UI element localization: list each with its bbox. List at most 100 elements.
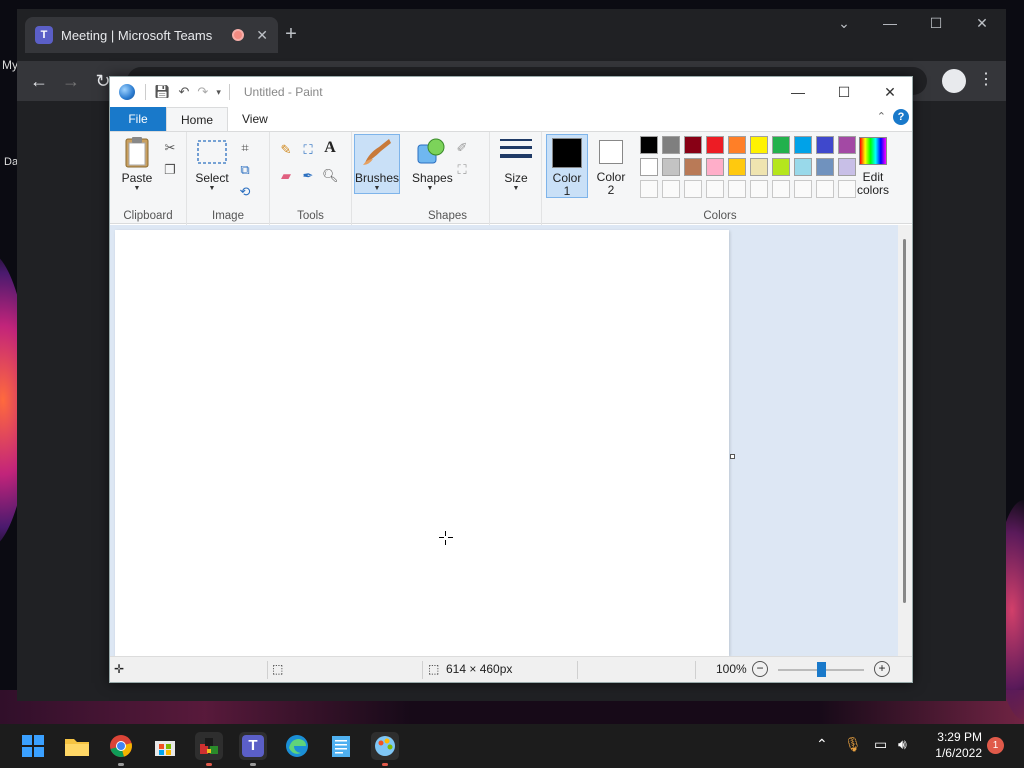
select-button[interactable]: Select ▼: [195, 135, 229, 193]
custom-color-slot[interactable]: [640, 180, 658, 198]
color1-button[interactable]: Color 1: [546, 134, 588, 198]
custom-color-slot[interactable]: [772, 180, 790, 198]
notification-badge[interactable]: 1: [987, 737, 1004, 754]
zoom-in-icon[interactable]: +: [874, 661, 890, 677]
palette-swatch[interactable]: [662, 158, 680, 176]
custom-color-slot[interactable]: [794, 180, 812, 198]
chevron-up-icon[interactable]: ⌃: [816, 736, 828, 753]
close-icon[interactable]: ✕: [867, 77, 913, 107]
color2-button[interactable]: Color 2: [590, 134, 632, 198]
profile-icon[interactable]: [942, 69, 966, 93]
resize-handle[interactable]: [730, 454, 735, 459]
ribbon: Paste ▼ ✂ ❐ Clipboard Select ▼ ⌗ ⧉ ⟲ Ima…: [110, 131, 912, 225]
scrollbar-thumb[interactable]: [903, 239, 906, 603]
close-icon[interactable]: ✕: [256, 27, 268, 44]
paint-app-icon[interactable]: [119, 84, 135, 100]
chevron-down-icon[interactable]: ⌄: [821, 15, 867, 32]
resize-icon[interactable]: ⧉: [237, 162, 253, 178]
start-button[interactable]: [19, 732, 47, 760]
paint-window: 💾︎ ↶ ↷ ▾ Untitled - Paint — ☐ ✕ File Hom…: [109, 76, 913, 683]
rotate-icon[interactable]: ⟲: [237, 184, 253, 200]
palette-swatch[interactable]: [750, 158, 768, 176]
notepad-button[interactable]: [327, 732, 355, 760]
collapse-ribbon-icon[interactable]: ⌃: [877, 110, 886, 123]
app-button[interactable]: [195, 732, 223, 766]
close-icon[interactable]: ✕: [959, 15, 1005, 32]
tab-teams-meeting[interactable]: T Meeting | Microsoft Teams ✕: [25, 17, 278, 53]
color-picker-icon[interactable]: ✒: [300, 168, 316, 184]
custom-color-slot[interactable]: [706, 180, 724, 198]
eraser-icon[interactable]: ▰: [278, 168, 294, 184]
fill-icon[interactable]: ⛶: [300, 142, 316, 158]
shapes-button[interactable]: Shapes ▼: [412, 135, 453, 193]
palette-swatch[interactable]: [706, 158, 724, 176]
undo-icon[interactable]: ↶: [179, 84, 190, 100]
store-button[interactable]: [151, 732, 179, 760]
new-tab-button[interactable]: +: [279, 23, 303, 47]
forward-icon[interactable]: →: [59, 70, 83, 94]
text-icon[interactable]: A: [322, 140, 338, 156]
tab-file[interactable]: File: [110, 107, 166, 131]
palette-swatch[interactable]: [706, 136, 724, 154]
magnifier-icon[interactable]: 🔍︎: [322, 168, 339, 184]
palette-swatch[interactable]: [640, 136, 658, 154]
palette-swatch[interactable]: [816, 158, 834, 176]
vertical-scrollbar[interactable]: [898, 225, 912, 656]
chrome-button[interactable]: [107, 732, 135, 766]
tab-view[interactable]: View: [228, 107, 282, 131]
file-explorer-button[interactable]: [63, 732, 91, 760]
size-button[interactable]: Size ▼: [498, 135, 534, 193]
palette-swatch[interactable]: [728, 158, 746, 176]
back-icon[interactable]: ←: [27, 70, 51, 94]
maximize-icon[interactable]: ☐: [821, 77, 867, 107]
palette-swatch[interactable]: [794, 136, 812, 154]
network-icon[interactable]: ▭: [874, 736, 887, 753]
palette-swatch[interactable]: [794, 158, 812, 176]
palette-swatch[interactable]: [750, 136, 768, 154]
zoom-slider-track[interactable]: [778, 662, 864, 677]
minimize-icon[interactable]: —: [867, 15, 913, 31]
paint-button[interactable]: [371, 732, 399, 766]
zoom-out-icon[interactable]: −: [752, 661, 768, 677]
custom-color-slot[interactable]: [662, 180, 680, 198]
palette-swatch[interactable]: [662, 136, 680, 154]
tab-home[interactable]: Home: [166, 107, 229, 131]
paste-button[interactable]: Paste ▼: [118, 135, 156, 193]
save-icon[interactable]: 💾︎: [154, 84, 171, 100]
edit-colors-button[interactable]: Edit colors: [852, 134, 894, 197]
palette-swatch[interactable]: [816, 136, 834, 154]
edge-button[interactable]: [283, 732, 311, 760]
maximize-icon[interactable]: ☐: [913, 15, 959, 32]
custom-color-slot[interactable]: [684, 180, 702, 198]
microphone-icon[interactable]: 🎙︎: [844, 736, 862, 753]
custom-color-slot[interactable]: [750, 180, 768, 198]
tools-group: ✎ ⛶ A ▰ ✒ 🔍︎ Tools: [270, 132, 352, 225]
customize-qat-icon[interactable]: ▾: [216, 87, 221, 98]
minimize-icon[interactable]: —: [775, 77, 821, 107]
zoom-slider-thumb[interactable]: [816, 662, 826, 677]
palette-swatch[interactable]: [684, 136, 702, 154]
redo-icon[interactable]: ↷: [197, 84, 208, 100]
volume-icon[interactable]: 🔊︎: [898, 736, 907, 753]
help-icon[interactable]: ?: [893, 109, 909, 125]
chevron-down-icon: ▼: [373, 185, 381, 192]
teams-button[interactable]: T: [239, 732, 267, 766]
copy-icon[interactable]: ❐: [162, 162, 178, 178]
palette-swatch[interactable]: [684, 158, 702, 176]
crop-icon[interactable]: ⌗: [237, 140, 253, 156]
pencil-icon[interactable]: ✎: [278, 142, 294, 158]
palette-swatch[interactable]: [772, 158, 790, 176]
clock[interactable]: 3:29 PM 1/6/2022: [935, 729, 982, 761]
palette-swatch[interactable]: [772, 136, 790, 154]
more-icon[interactable]: ⋮: [978, 69, 994, 89]
custom-color-slot[interactable]: [728, 180, 746, 198]
brushes-button[interactable]: Brushes ▼: [354, 134, 400, 194]
cut-icon[interactable]: ✂: [162, 140, 178, 156]
outline-icon[interactable]: ✐: [454, 140, 470, 156]
drawing-canvas[interactable]: [115, 230, 729, 656]
custom-color-slot[interactable]: [816, 180, 834, 198]
paint-title-bar: 💾︎ ↶ ↷ ▾ Untitled - Paint — ☐ ✕: [110, 77, 912, 107]
palette-swatch[interactable]: [728, 136, 746, 154]
palette-swatch[interactable]: [640, 158, 658, 176]
fill-shape-icon[interactable]: ⛶: [454, 162, 470, 178]
